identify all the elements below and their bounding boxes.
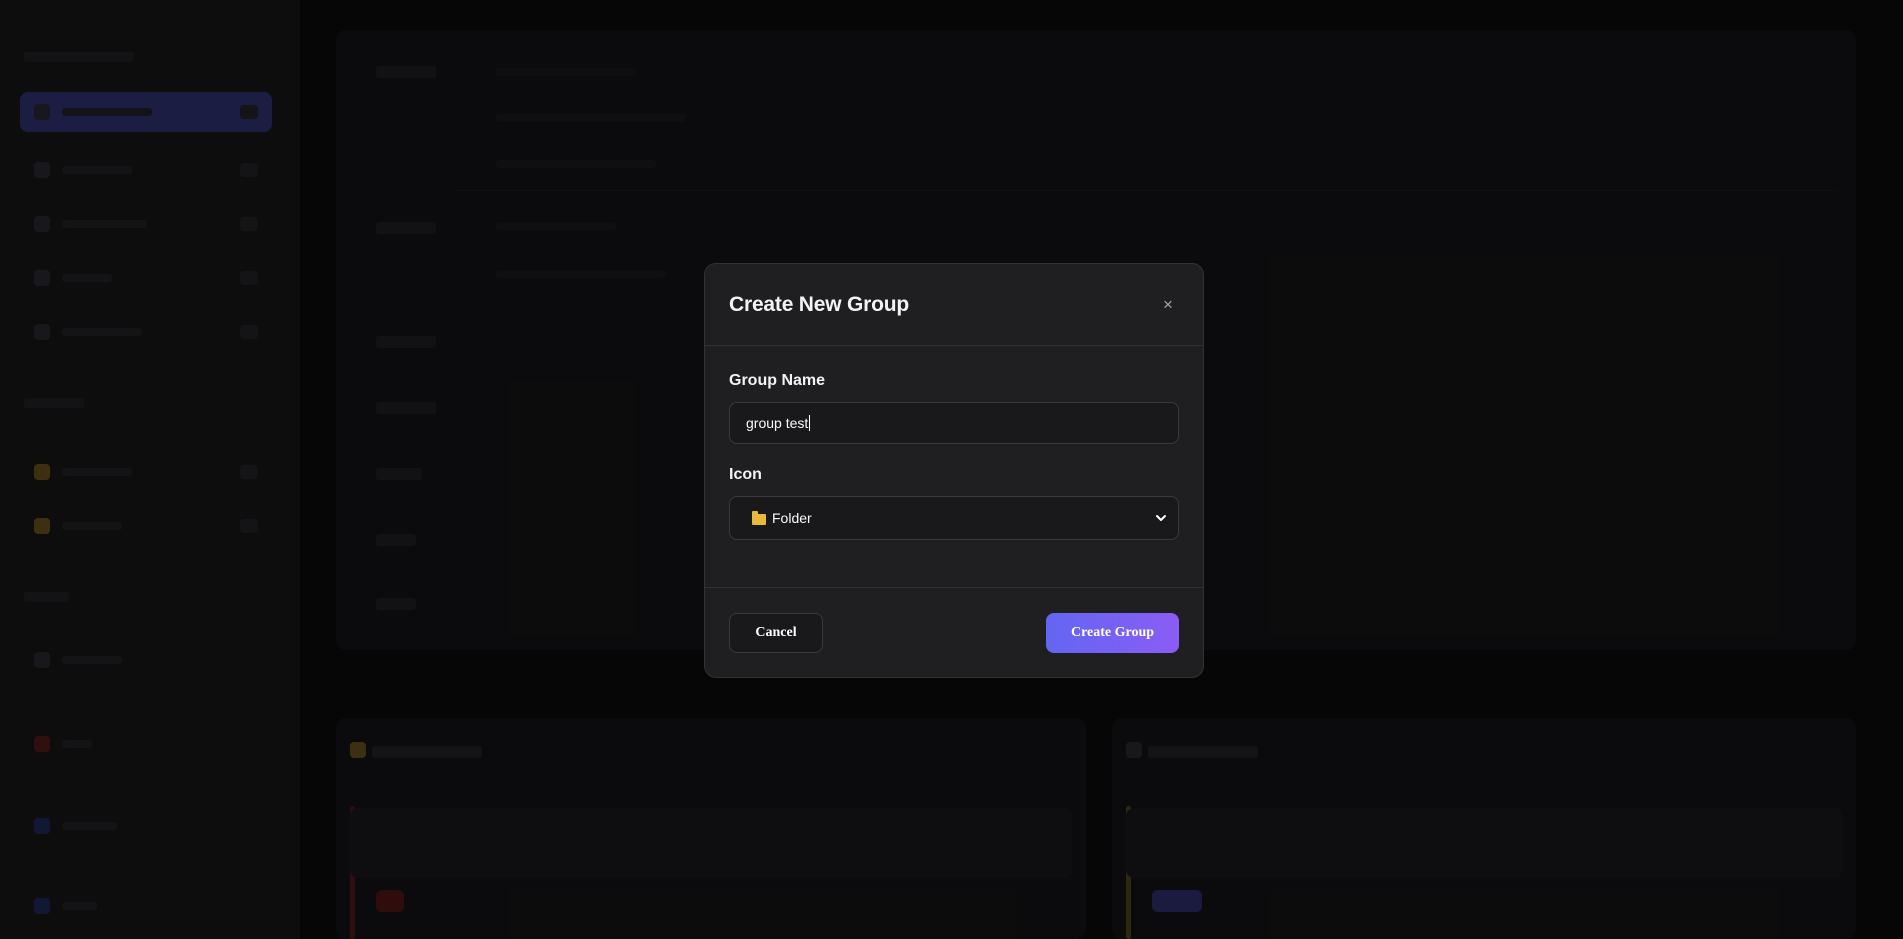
close-icon: × (1163, 294, 1173, 314)
dialog-title: Create New Group (729, 292, 910, 316)
group-name-input[interactable]: group test (729, 402, 1179, 444)
dialog-header: Create New Group × (705, 264, 1203, 346)
folder-icon (752, 510, 766, 525)
icon-label: Icon (729, 466, 762, 483)
icon-select-value: Folder (772, 510, 812, 526)
group-name-label: Group Name (729, 372, 826, 389)
create-group-dialog: Create New Group × Group Name group test… (704, 263, 1204, 678)
cancel-button[interactable]: Cancel (729, 613, 823, 653)
close-button[interactable]: × (1157, 294, 1179, 316)
create-group-button[interactable]: Create Group (1046, 613, 1179, 653)
chevron-down-icon (1154, 511, 1168, 525)
dialog-footer: Cancel Create Group (705, 588, 1203, 678)
icon-select[interactable]: Folder (729, 496, 1179, 540)
dialog-body: Group Name group test Icon Folder (705, 346, 1203, 588)
group-name-value: group test (746, 415, 809, 431)
text-caret (809, 415, 811, 431)
